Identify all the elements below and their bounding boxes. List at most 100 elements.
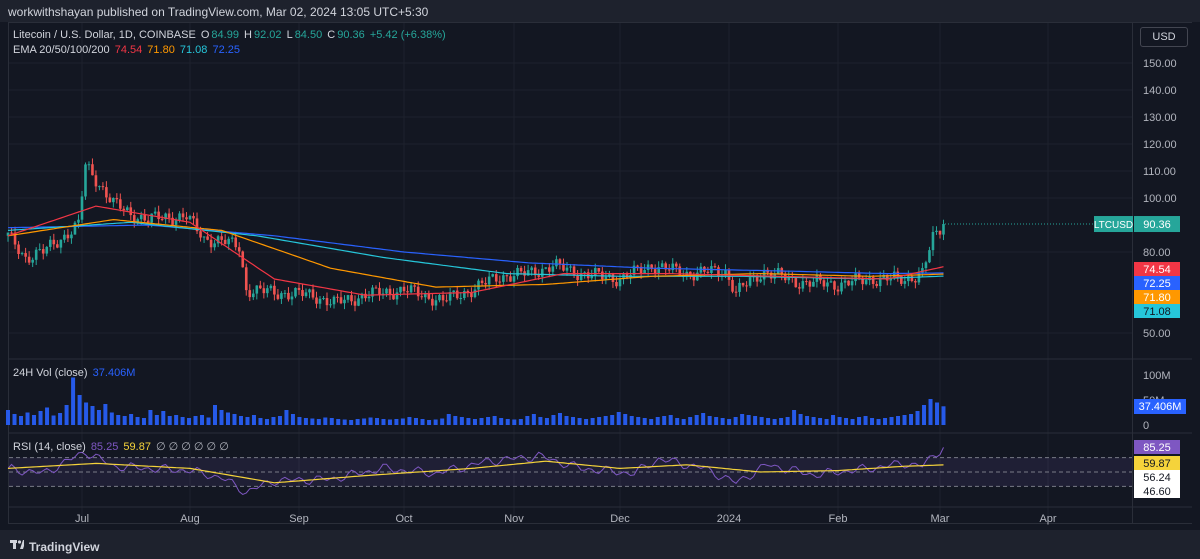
close-value: 90.36 xyxy=(337,29,365,41)
volume-bar xyxy=(688,417,693,425)
candle-body xyxy=(871,276,875,284)
volume-bar xyxy=(387,419,392,425)
candle-body xyxy=(409,285,413,293)
tradingview-brand[interactable]: TradingView xyxy=(29,540,99,554)
volume-bar xyxy=(623,414,628,425)
currency-button[interactable]: USD xyxy=(1140,27,1188,47)
symbol-legend: Litecoin / U.S. Dollar, 1D, COINBASE O 84… xyxy=(13,29,448,41)
time-tick-label-0: Jul xyxy=(75,513,89,525)
candle-body xyxy=(537,275,541,277)
candle-body xyxy=(491,274,495,277)
candle-body xyxy=(322,298,325,300)
volume-bar xyxy=(103,404,108,425)
time-tick-label-3: Oct xyxy=(395,513,412,525)
symbol-title[interactable]: Litecoin / U.S. Dollar, 1D, COINBASE xyxy=(13,29,196,41)
low-value: 84.50 xyxy=(294,29,323,41)
price-tick-label-1: 140.00 xyxy=(1143,85,1177,97)
candle-body xyxy=(311,289,315,298)
high-label: H xyxy=(244,29,252,41)
candle-body xyxy=(413,285,416,287)
candle-body xyxy=(502,275,505,282)
volume-bar xyxy=(590,418,595,425)
volume-bar xyxy=(941,406,946,425)
candle-body xyxy=(223,239,227,245)
candle-body xyxy=(805,281,808,283)
candle-body xyxy=(843,280,847,283)
volume-label[interactable]: 24H Vol (close) xyxy=(13,367,88,379)
candle-body xyxy=(636,265,639,267)
candle-body xyxy=(526,270,530,276)
candle-body xyxy=(385,288,388,294)
candle-body xyxy=(864,280,868,285)
volume-bar xyxy=(896,416,901,425)
candle-body xyxy=(759,279,762,282)
candle-body xyxy=(643,270,646,274)
candle-body xyxy=(914,281,917,283)
volume-bar xyxy=(538,417,543,425)
candle-body xyxy=(105,187,108,198)
open-value: 84.99 xyxy=(211,29,239,41)
candle-body xyxy=(618,279,622,287)
candle-body xyxy=(509,276,512,282)
candle-body xyxy=(350,295,353,302)
volume-bar xyxy=(707,416,712,425)
volume-bar xyxy=(303,418,308,425)
volume-bar xyxy=(779,418,784,425)
volume-bar xyxy=(284,410,289,425)
time-tick-label-9: Apr xyxy=(1039,513,1056,525)
candle-body xyxy=(17,244,20,254)
candle-body xyxy=(119,199,122,209)
volume-bar xyxy=(394,419,399,425)
candle-body xyxy=(402,286,406,292)
volume-bar xyxy=(25,412,30,425)
ema-tag-ema20: 74.54 xyxy=(1143,264,1171,276)
candle-body xyxy=(548,267,551,272)
volume-bar xyxy=(571,417,576,425)
candle-body xyxy=(143,214,147,221)
candle-body xyxy=(63,234,66,240)
volume-bar xyxy=(51,415,56,425)
candle-body xyxy=(160,219,164,221)
candle-body xyxy=(353,301,357,306)
candle-body xyxy=(259,285,262,289)
volume-bar xyxy=(446,414,451,425)
volume-bar xyxy=(161,411,166,425)
volume-bar xyxy=(154,415,159,425)
chart-canvas[interactable]: 150.00 140.00 130.00 120.00 110.00 100.00 80.0… xyxy=(0,0,1200,559)
candle-body xyxy=(572,266,576,276)
candle-body xyxy=(266,288,269,294)
candle-body xyxy=(192,216,195,219)
volume-bar xyxy=(96,410,101,425)
candle-body xyxy=(555,259,558,267)
candle-body xyxy=(452,290,455,293)
volume-bar xyxy=(649,419,654,425)
candle-body xyxy=(540,268,544,277)
candle-body xyxy=(45,246,49,254)
candle-body xyxy=(441,294,445,301)
volume-bar xyxy=(316,419,321,425)
volume-bar xyxy=(597,417,602,425)
candle-body xyxy=(928,250,931,263)
candle-body xyxy=(234,237,238,248)
candle-body xyxy=(558,259,562,264)
candle-body xyxy=(812,281,815,287)
volume-bar xyxy=(746,415,751,425)
volume-bar xyxy=(232,414,237,425)
candle-body xyxy=(494,274,498,282)
volume-bar xyxy=(310,418,315,425)
volume-bar xyxy=(271,417,276,425)
ema-label[interactable]: EMA 20/50/100/200 xyxy=(13,44,110,56)
rsi-label[interactable]: RSI (14, close) xyxy=(13,441,86,453)
volume-bar xyxy=(577,418,582,425)
volume-bar xyxy=(238,416,243,425)
candle-body xyxy=(487,276,491,285)
candle-body xyxy=(241,251,245,268)
candle-body xyxy=(167,213,171,218)
volume-bar xyxy=(492,416,497,425)
candle-body xyxy=(280,293,283,299)
volume-bar xyxy=(413,418,418,425)
candle-body xyxy=(339,297,343,304)
volume-bar xyxy=(909,414,914,425)
candle-body xyxy=(445,300,448,302)
candle-body xyxy=(434,300,438,306)
